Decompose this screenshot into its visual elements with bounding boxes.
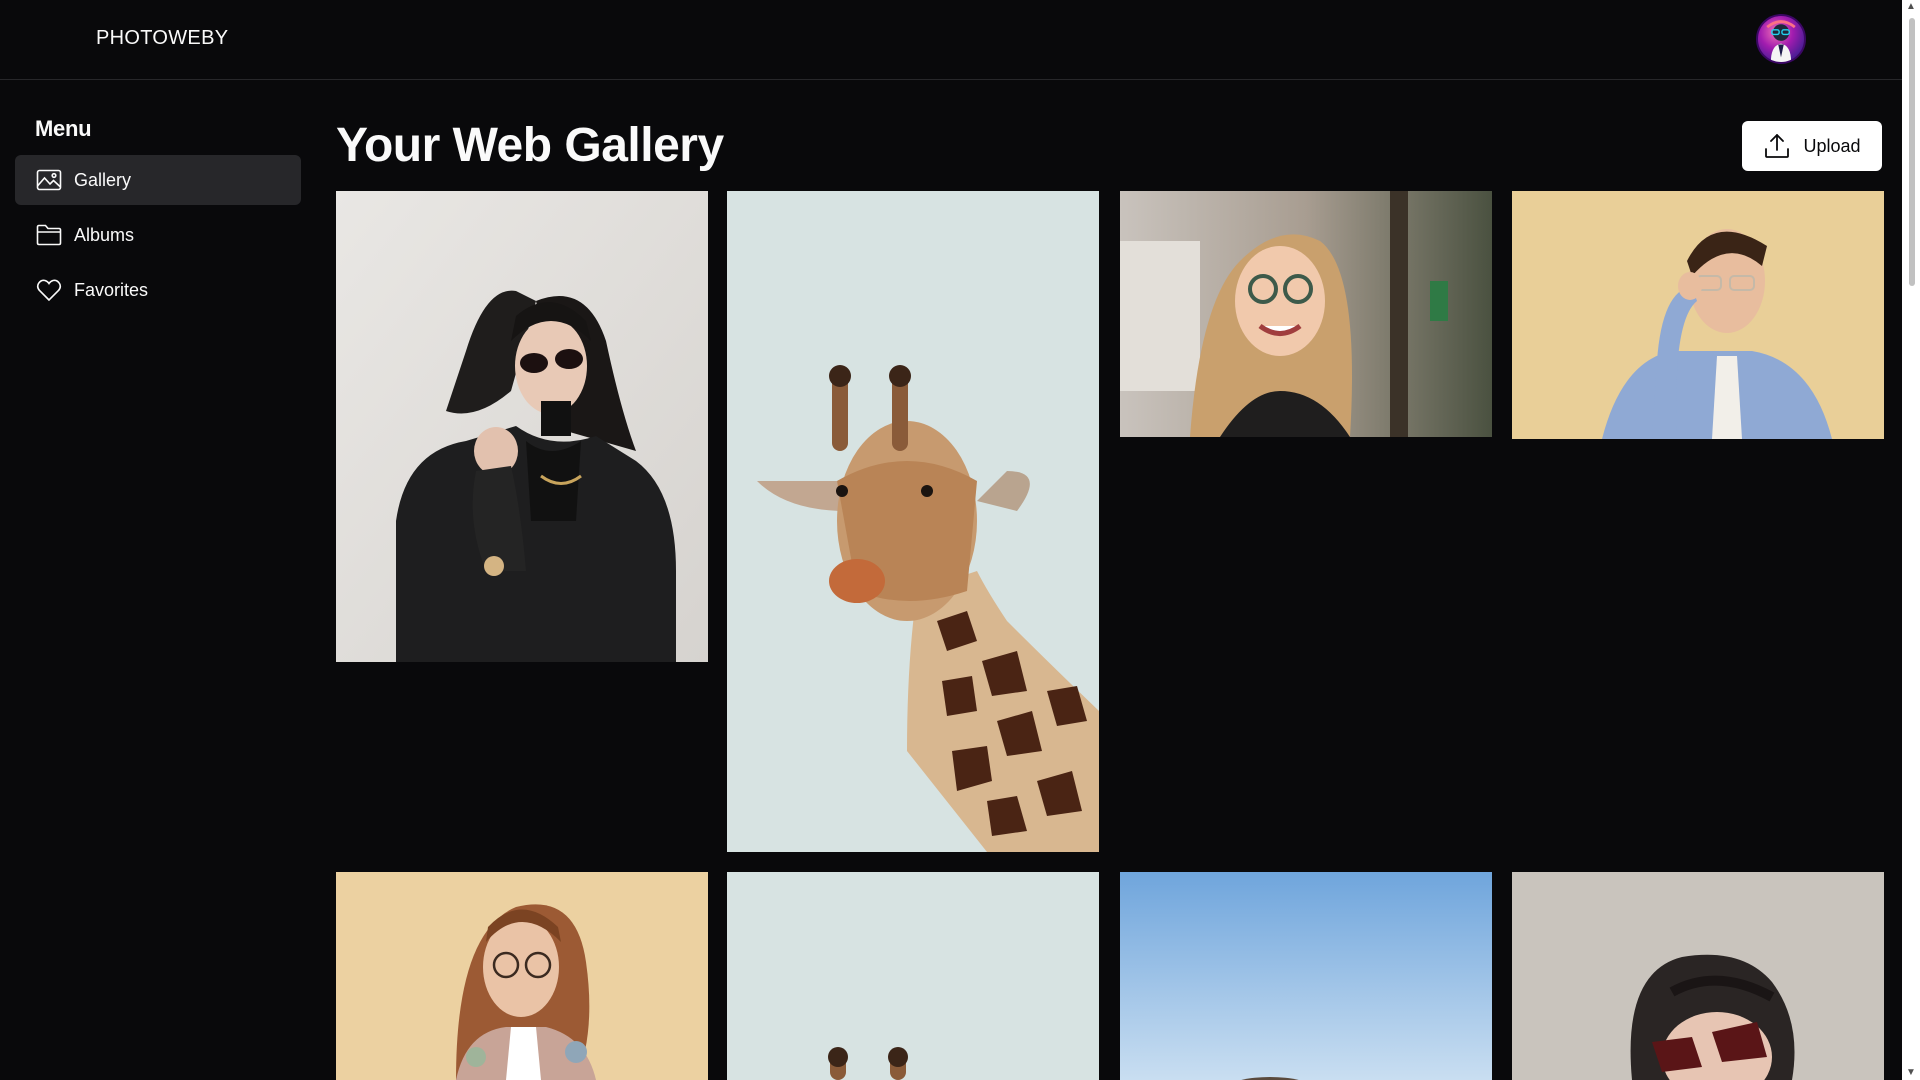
heart-icon — [36, 277, 62, 303]
upload-icon — [1763, 132, 1791, 160]
photo-giraffe — [727, 191, 1099, 852]
brand-logo[interactable]: PHOTOWEBY — [96, 27, 228, 50]
photo-smiling-woman — [1120, 191, 1492, 437]
photo-woman-cardigan — [336, 872, 708, 1080]
scroll-up-icon[interactable]: ▲ — [1906, 2, 1916, 12]
avatar-icon — [1766, 20, 1796, 62]
sidebar-item-albums[interactable]: Albums — [15, 210, 301, 260]
photo-blue-sky — [1120, 872, 1492, 1080]
folder-icon — [36, 222, 62, 248]
page-scrollbar[interactable]: ▲ ▼ — [1902, 0, 1920, 1080]
sidebar-item-gallery[interactable]: Gallery — [15, 155, 301, 205]
gallery-photo[interactable] — [727, 872, 1099, 1080]
scroll-down-icon[interactable]: ▼ — [1906, 1068, 1916, 1078]
gallery-photo[interactable] — [727, 191, 1099, 852]
sidebar-item-favorites[interactable]: Favorites — [15, 265, 301, 315]
photo-woman-red-sunglasses — [1512, 872, 1884, 1080]
gallery-photo[interactable] — [336, 191, 708, 662]
user-avatar[interactable] — [1756, 14, 1806, 64]
upload-button[interactable]: Upload — [1742, 121, 1882, 171]
photo-man-glasses — [1512, 191, 1884, 439]
photo-giraffe — [727, 872, 1099, 1080]
upload-label: Upload — [1803, 135, 1861, 156]
sidebar: Menu Gallery Albums Favorites — [0, 80, 316, 1080]
sidebar-item-label: Albums — [74, 224, 135, 245]
sidebar-item-label: Favorites — [74, 279, 149, 300]
photo-woman-sunglasses — [336, 191, 708, 662]
gallery-photo[interactable] — [1120, 872, 1492, 1080]
image-icon — [36, 167, 62, 193]
gallery-photo[interactable] — [1120, 191, 1492, 437]
sidebar-item-label: Gallery — [74, 169, 132, 190]
gallery-photo[interactable] — [1512, 872, 1884, 1080]
top-bar: PHOTOWEBY — [0, 0, 1902, 80]
menu-title: Menu — [35, 116, 92, 141]
gallery-photo[interactable] — [336, 872, 708, 1080]
gallery-photo[interactable] — [1512, 191, 1884, 439]
scroll-thumb[interactable] — [1909, 18, 1915, 286]
page-title: Your Web Gallery — [336, 119, 724, 172]
